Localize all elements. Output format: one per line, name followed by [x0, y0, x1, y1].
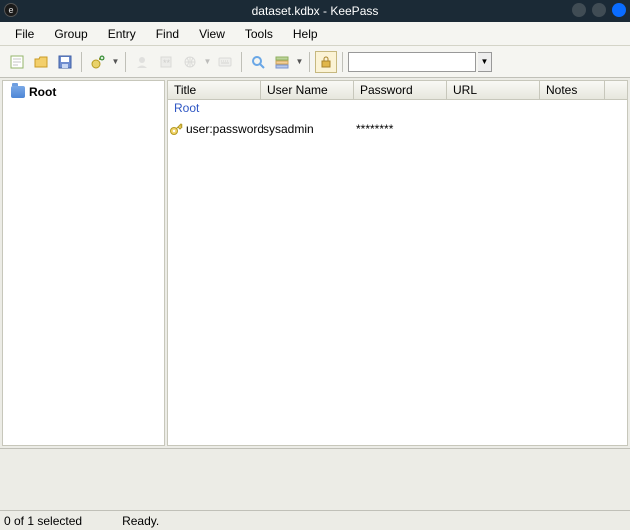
menu-help[interactable]: Help	[284, 24, 327, 44]
search-dropdown[interactable]: ▼	[478, 52, 492, 72]
col-user[interactable]: User Name	[261, 81, 354, 99]
toolbar-sep	[342, 52, 343, 72]
entry-list: Title User Name Password URL Notes Root …	[167, 80, 628, 446]
menu-find[interactable]: Find	[147, 24, 188, 44]
toolbar-sep	[309, 52, 310, 72]
toolbar-sep	[241, 52, 242, 72]
status-bar: 0 of 1 selected Ready.	[0, 510, 630, 530]
open-url-button	[179, 51, 201, 73]
menu-file[interactable]: File	[6, 24, 43, 44]
entries-area[interactable]: user:password sysadmin ********	[168, 117, 627, 445]
copy-user-button	[131, 51, 153, 73]
entry-row[interactable]: user:password sysadmin ********	[168, 117, 627, 134]
column-header: Title User Name Password URL Notes	[168, 81, 627, 100]
cell-user: sysadmin	[263, 122, 356, 136]
lock-button[interactable]	[315, 51, 337, 73]
find-button[interactable]	[247, 51, 269, 73]
group-tree[interactable]: Root	[2, 80, 165, 446]
svg-text:**: **	[163, 58, 171, 68]
status-selection: 0 of 1 selected	[4, 514, 82, 528]
minimize-button[interactable]	[572, 3, 586, 17]
col-title[interactable]: Title	[168, 81, 261, 99]
window-controls	[572, 3, 626, 17]
cell-title: user:password	[186, 122, 263, 136]
titlebar: e dataset.kdbx - KeePass	[0, 0, 630, 22]
show-entries-button[interactable]	[271, 51, 293, 73]
menu-tools[interactable]: Tools	[236, 24, 282, 44]
cell-password: ********	[356, 122, 449, 136]
menubar: File Group Entry Find View Tools Help	[0, 22, 630, 46]
toolbar-sep	[125, 52, 126, 72]
app-icon: e	[4, 3, 18, 17]
col-password[interactable]: Password	[354, 81, 447, 99]
open-url-dropdown: ▼	[203, 57, 212, 66]
autotype-button	[214, 51, 236, 73]
search-input[interactable]	[348, 52, 476, 72]
tree-item-root[interactable]: Root	[3, 83, 164, 100]
col-extra[interactable]	[605, 81, 627, 99]
group-header[interactable]: Root	[168, 100, 627, 117]
add-entry-dropdown[interactable]: ▼	[111, 57, 120, 66]
tree-item-label: Root	[29, 85, 56, 99]
copy-password-button: **	[155, 51, 177, 73]
save-db-button[interactable]	[54, 51, 76, 73]
key-icon	[169, 122, 183, 136]
menu-entry[interactable]: Entry	[99, 24, 145, 44]
window-title: dataset.kdbx - KeePass	[252, 4, 379, 18]
col-notes[interactable]: Notes	[540, 81, 605, 99]
main-split: Root Title User Name Password URL Notes …	[0, 78, 630, 448]
maximize-button[interactable]	[592, 3, 606, 17]
add-entry-button[interactable]	[87, 51, 109, 73]
folder-icon	[11, 86, 25, 98]
col-url[interactable]: URL	[447, 81, 540, 99]
toolbar-sep	[81, 52, 82, 72]
new-db-button[interactable]	[6, 51, 28, 73]
menu-group[interactable]: Group	[45, 24, 96, 44]
close-button[interactable]	[612, 3, 626, 17]
detail-pane	[0, 448, 630, 510]
toolbar: ▼ ** ▼ ▼ ▼	[0, 46, 630, 78]
open-db-button[interactable]	[30, 51, 52, 73]
menu-view[interactable]: View	[190, 24, 234, 44]
status-state: Ready.	[122, 514, 159, 528]
show-entries-dropdown[interactable]: ▼	[295, 57, 304, 66]
